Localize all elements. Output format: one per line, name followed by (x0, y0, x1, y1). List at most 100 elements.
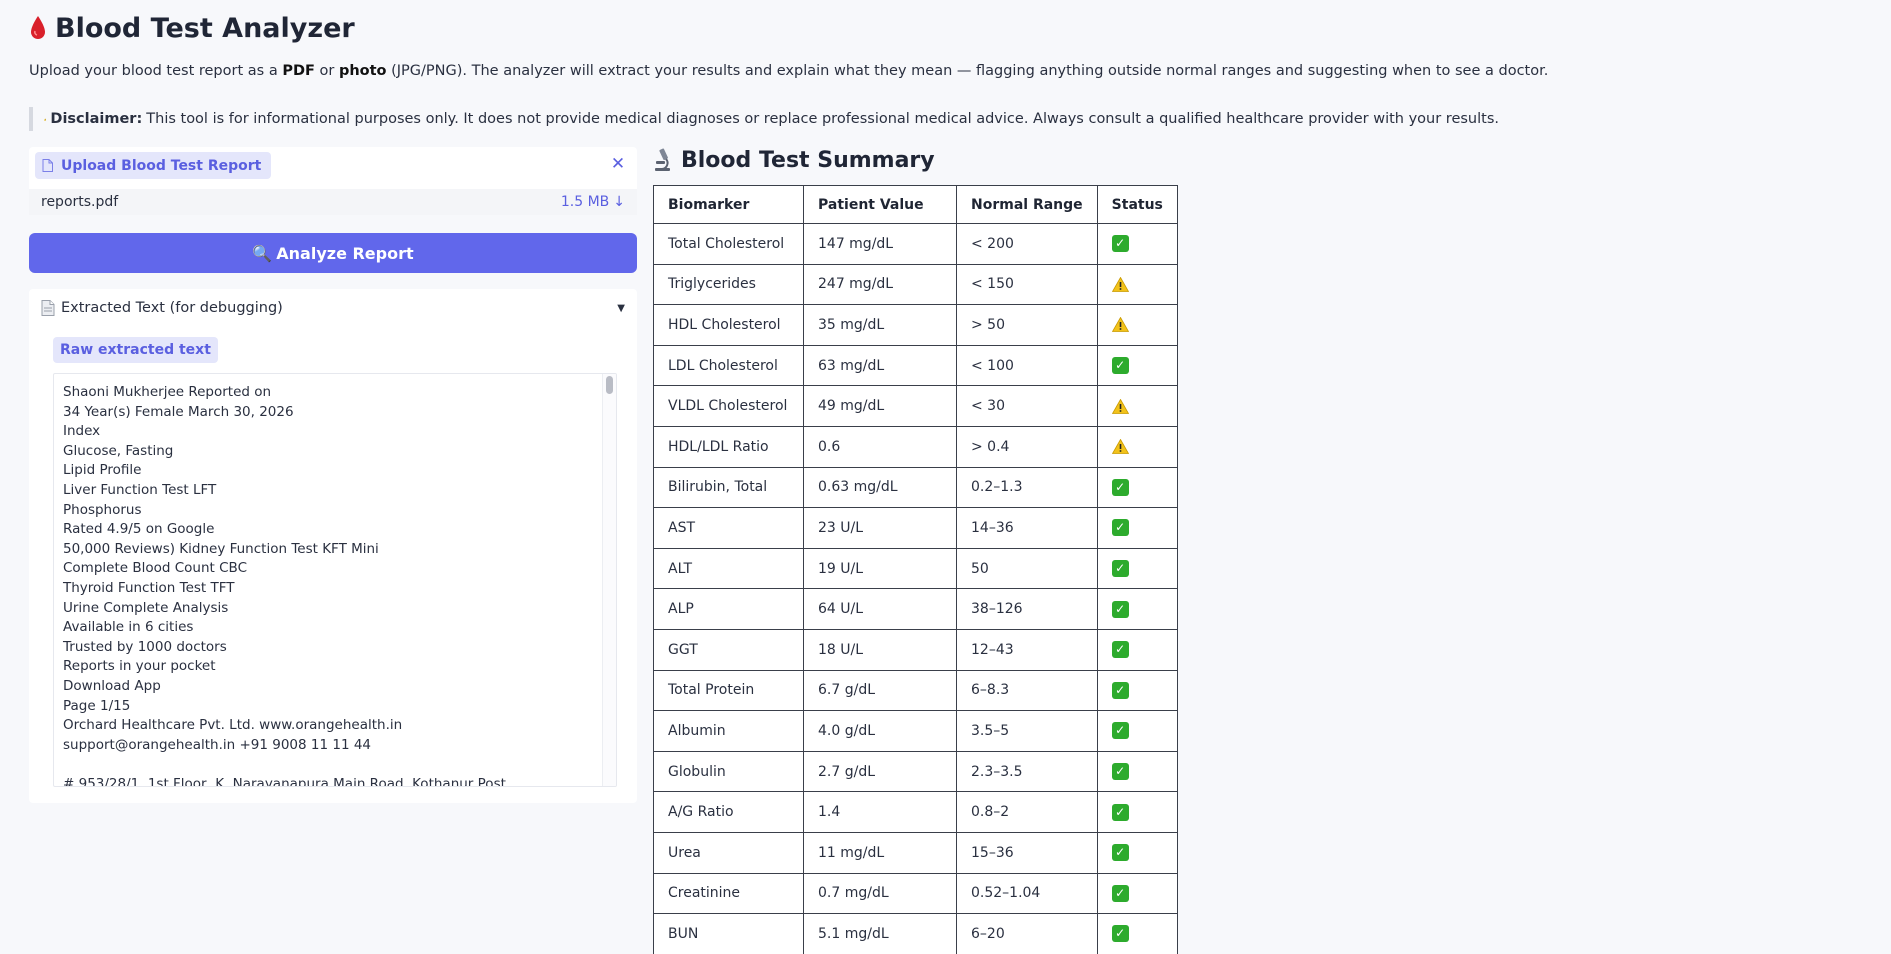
check-icon: ✓ (1111, 722, 1129, 740)
cell-range: 38–126 (956, 588, 1098, 630)
cell-value: 147 mg/dL (803, 223, 957, 265)
check-icon: ✓ (1111, 884, 1129, 902)
cell-value: 23 U/L (803, 507, 957, 549)
cell-range: < 200 (956, 223, 1098, 265)
cell-value: 35 mg/dL (803, 304, 957, 346)
cell-range: < 150 (956, 263, 1098, 306)
cell-status: ✓ (1096, 831, 1178, 874)
raw-text-line: Lipid Profile (63, 462, 142, 479)
cell-value: 0.6 (803, 425, 957, 468)
warning-icon (1111, 439, 1129, 455)
cell-status: ✓ (1096, 628, 1178, 671)
cell-range: 2.3–3.5 (956, 750, 1098, 793)
warning-icon (1111, 398, 1129, 414)
cell-biomarker: VLDL Cholesterol (653, 385, 804, 427)
cell-status: ✓ (1096, 913, 1178, 954)
results-table: Biomarker Patient Value Normal Range Sta… (653, 185, 1178, 954)
blood-drop-icon (31, 16, 45, 39)
file-size-group[interactable]: 1.5 MB ↓ (561, 194, 625, 210)
raw-text-line: Page 1/15 (63, 697, 131, 714)
download-icon[interactable]: ↓ (613, 194, 625, 210)
table-row: GGT 18 U/L 12–43 ✓ (653, 628, 1178, 671)
analyze-report-button[interactable]: 🔍 Analyze Report (29, 233, 637, 273)
cell-biomarker: Total Cholesterol (653, 223, 804, 265)
cell-biomarker: AST (653, 507, 804, 549)
cell-value: 49 mg/dL (803, 385, 957, 427)
warning-icon (1111, 317, 1129, 333)
cell-biomarker: GGT (653, 628, 804, 671)
raw-text-line: Trusted by 1000 doctors (63, 638, 227, 655)
check-icon: ✓ (1111, 681, 1129, 699)
warning-icon (1111, 276, 1129, 292)
document-icon (41, 300, 55, 316)
raw-text-line: 34 Year(s) Female March 30, 2026 (63, 403, 294, 420)
raw-text-line: Index (63, 423, 101, 440)
debug-header-left: Extracted Text (for debugging) (41, 300, 283, 316)
check-icon: ✓ (1111, 519, 1129, 537)
check-icon: ✓ (1111, 600, 1129, 618)
raw-text-line: Orchard Healthcare Pvt. Ltd. www.orangeh… (63, 717, 403, 734)
cell-range: 12–43 (956, 628, 1098, 671)
scrollbar-thumb[interactable] (606, 376, 613, 394)
intro-part: or (314, 63, 339, 79)
raw-text-line: # 953/28/1, 1st Floor, K. Narayanapura M… (63, 775, 506, 787)
close-icon[interactable]: ✕ (608, 154, 628, 174)
cell-status (1096, 263, 1178, 306)
cell-range: 0.8–2 (956, 791, 1098, 833)
raw-text-line: Phosphorus (63, 501, 142, 518)
debug-expander: Extracted Text (for debugging) ▼ Raw ext… (29, 289, 637, 803)
cell-biomarker: Bilirubin, Total (653, 466, 804, 509)
page: Blood Test Analyzer Upload your blood te… (0, 0, 1891, 954)
cell-value: 247 mg/dL (803, 263, 957, 306)
cell-range: 14–36 (956, 507, 1098, 549)
cell-status: ✓ (1096, 710, 1178, 752)
cell-status: ✓ (1096, 791, 1178, 833)
cell-status: ✓ (1096, 872, 1178, 915)
uploaded-file: reports.pdf 1.5 MB ↓ (29, 189, 637, 215)
collapse-toggle-icon[interactable]: ▼ (617, 303, 625, 314)
debug-expander-header[interactable]: Extracted Text (for debugging) ▼ (41, 297, 625, 319)
table-row: VLDL Cholesterol 49 mg/dL < 30 (653, 385, 1178, 427)
table-row: LDL Cholesterol 63 mg/dL < 100 ✓ (653, 344, 1178, 387)
intro-part: (JPG/PNG). The analyzer will extract you… (386, 63, 1549, 79)
warning-icon (44, 117, 47, 121)
table-row: ALP 64 U/L 38–126 ✓ (653, 588, 1178, 630)
raw-text-area[interactable]: Shaoni Mukherjee Reported on 34 Year(s) F… (53, 373, 617, 787)
check-icon: ✓ (1111, 235, 1129, 253)
tab-raw-extracted-text[interactable]: Raw extracted text (53, 337, 218, 363)
cell-range: < 30 (956, 385, 1098, 427)
raw-text-line: Rated 4.9/5 on Google (63, 521, 215, 538)
cell-biomarker: Creatinine (653, 872, 804, 915)
cell-biomarker: HDL Cholesterol (653, 304, 804, 346)
intro-photo: photo (338, 63, 387, 79)
cell-biomarker: A/G Ratio (653, 791, 804, 833)
raw-text-line: Complete Blood Count CBC (63, 560, 248, 577)
check-icon: ✓ (1111, 357, 1129, 375)
debug-header-label: Extracted Text (for debugging) (61, 300, 283, 316)
upload-label[interactable]: Upload Blood Test Report (35, 152, 272, 179)
cell-range: 6–8.3 (956, 669, 1098, 712)
cell-status: ✓ (1096, 669, 1178, 712)
column-header: Biomarker (653, 185, 804, 224)
microscope-icon (655, 148, 670, 171)
cell-status: ✓ (1096, 750, 1178, 793)
table-row: AST 23 U/L 14–36 ✓ (653, 507, 1178, 549)
raw-text-lines: Shaoni Mukherjee Reported on 34 Year(s) F… (63, 383, 506, 787)
summary-header: Blood Test Summary (653, 143, 935, 177)
column-header: Patient Value (803, 185, 957, 224)
cell-range: 0.52–1.04 (956, 872, 1098, 915)
raw-text-line (63, 755, 506, 775)
file-uploader[interactable]: Upload Blood Test Report ✕ reports.pdf 1… (29, 147, 637, 215)
table-row: HDL Cholesterol 35 mg/dL > 50 (653, 304, 1178, 346)
cell-value: 2.7 g/dL (803, 750, 957, 793)
cell-range: > 50 (956, 304, 1098, 346)
table-row: Globulin 2.7 g/dL 2.3–3.5 ✓ (653, 750, 1178, 793)
cell-biomarker: ALT (653, 547, 804, 590)
cell-status: ✓ (1096, 507, 1178, 549)
cell-biomarker: BUN (653, 913, 804, 954)
raw-text-line: Available in 6 cities (63, 619, 194, 636)
raw-text-line: Liver Function Test LFT (63, 481, 217, 498)
scrollbar[interactable] (602, 374, 616, 786)
check-icon: ✓ (1111, 925, 1129, 943)
intro-part: Upload your blood test report as a (29, 63, 283, 79)
